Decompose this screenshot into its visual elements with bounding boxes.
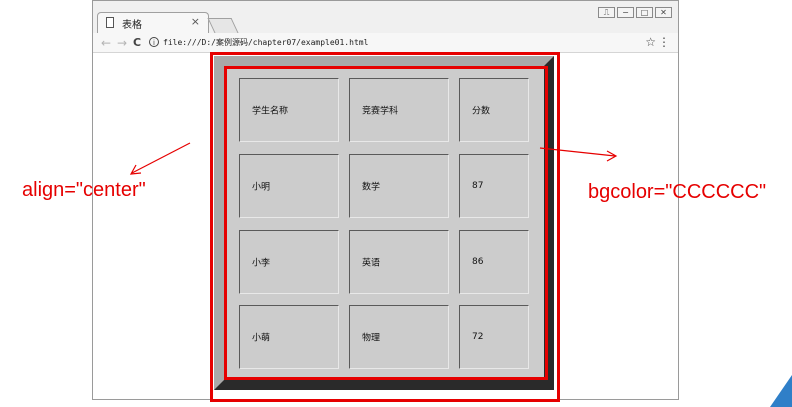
browser-tab[interactable]: 表格 × [97, 12, 209, 33]
back-button[interactable]: ← [101, 36, 111, 50]
info-icon[interactable]: i [149, 37, 159, 47]
minimize-button[interactable]: − [617, 7, 634, 18]
tab-title: 表格 [122, 20, 142, 31]
window-controls: ⎍ − □ ✕ [598, 7, 672, 18]
close-window-button[interactable]: ✕ [655, 7, 672, 18]
bgcolor-annotation: bgcolor="CCCCCC" [588, 181, 767, 203]
menu-icon[interactable]: ⋮ [658, 35, 670, 49]
tab-close-icon[interactable]: × [191, 15, 200, 28]
page-icon [106, 17, 114, 28]
forward-button[interactable]: → [117, 36, 127, 50]
corner-decoration [770, 375, 792, 407]
user-icon[interactable]: ⎍ [598, 7, 615, 18]
new-tab-button[interactable] [207, 18, 239, 33]
title-bar: 表格 × ⎍ − □ ✕ [93, 1, 678, 33]
address-bar: ← → C i file:///D:/案例源码/chapter07/exampl… [93, 33, 678, 53]
inner-highlight-box [224, 66, 548, 380]
align-annotation: align="center" [22, 179, 146, 201]
reload-button[interactable]: C [133, 36, 141, 50]
maximize-button[interactable]: □ [636, 7, 653, 18]
url-field[interactable]: file:///D:/案例源码/chapter07/example01.html [163, 37, 368, 48]
bookmark-star-icon[interactable]: ☆ [645, 35, 656, 49]
